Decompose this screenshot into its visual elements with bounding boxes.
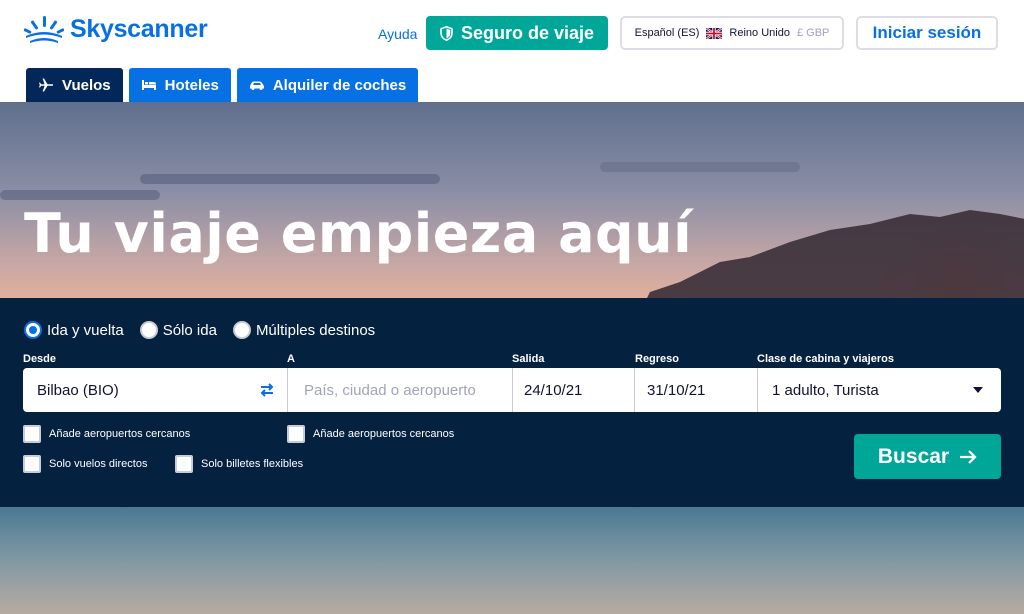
- sunburst-logo-icon: [24, 16, 64, 43]
- trip-type-return[interactable]: Ida y vuelta: [24, 321, 124, 339]
- tab-hotels-label: Hoteles: [164, 76, 219, 94]
- product-tabs: Vuelos Hoteles Alquiler de coches: [26, 68, 419, 102]
- return-label: Regreso: [635, 353, 680, 365]
- trip-type-return-label: Ida y vuelta: [47, 321, 124, 339]
- cabin-value: 1 adulto, Turista: [772, 381, 879, 399]
- sea-waves: [0, 506, 1024, 614]
- depart-label: Salida: [512, 353, 545, 365]
- uk-flag-icon: [706, 27, 723, 39]
- trip-type-selector: Ida y vuelta Sólo ida Múltiples destinos: [24, 321, 375, 339]
- direct-flights-checkbox[interactable]: [23, 455, 41, 473]
- flight-search-panel: Ida y vuelta Sólo ida Múltiples destinos…: [0, 298, 1024, 507]
- depart-date-input[interactable]: 24/10/21: [512, 368, 635, 412]
- tab-car-hire[interactable]: Alquiler de coches: [236, 68, 419, 102]
- flexible-tickets-option[interactable]: Solo billetes flexibles: [175, 455, 303, 473]
- arrow-right-icon: [960, 449, 977, 464]
- flexible-tickets-checkbox[interactable]: [175, 455, 193, 473]
- hero-title: Tu viaje empieza aquí: [24, 202, 693, 265]
- help-link[interactable]: Ayuda: [378, 26, 417, 42]
- language-label: Español (ES): [634, 27, 700, 39]
- trip-type-multi-city[interactable]: Múltiples destinos: [232, 321, 376, 339]
- cloud-streak: [0, 190, 160, 200]
- chevron-down-icon: [973, 387, 983, 393]
- trip-type-one-way-label: Sólo ida: [162, 321, 217, 339]
- cloud-streak: [600, 162, 800, 172]
- nearby-airports-to-checkbox[interactable]: [287, 425, 305, 443]
- trip-type-multi-city-label: Múltiples destinos: [255, 321, 376, 339]
- tab-hotels[interactable]: Hoteles: [128, 68, 231, 102]
- radio-return[interactable]: [24, 321, 42, 339]
- tab-car-hire-label: Alquiler de coches: [272, 76, 407, 94]
- radio-multi-city[interactable]: [232, 321, 251, 339]
- login-button[interactable]: Iniciar sesión: [856, 16, 998, 50]
- to-label: A: [287, 353, 295, 365]
- swap-icon[interactable]: [257, 380, 277, 400]
- nearby-airports-from-checkbox[interactable]: [23, 425, 41, 443]
- direct-flights-option[interactable]: Solo vuelos directos: [23, 455, 147, 473]
- search-button-label: Buscar: [877, 444, 950, 468]
- bed-icon: [141, 80, 156, 90]
- locale-selector[interactable]: Español (ES) Reino Unido £ GBP: [620, 16, 844, 50]
- travel-insurance-label: Seguro de viaje: [460, 22, 595, 43]
- return-value: 31/10/21: [647, 381, 706, 399]
- depart-value: 24/10/21: [524, 381, 583, 399]
- to-placeholder: País, ciudad o aeropuerto: [304, 381, 476, 399]
- car-icon: [249, 81, 264, 90]
- travel-insurance-button[interactable]: Seguro de viaje: [426, 16, 608, 50]
- to-input[interactable]: País, ciudad o aeropuerto: [287, 368, 512, 412]
- skyscanner-logo[interactable]: Skyscanner: [24, 14, 208, 44]
- from-value: Bilbao (BIO): [37, 381, 119, 399]
- currency-label: £ GBP: [796, 27, 830, 39]
- brand-name: Skyscanner: [70, 14, 208, 43]
- nearby-airports-from-option[interactable]: Añade aeropuertos cercanos: [23, 425, 190, 443]
- radio-one-way[interactable]: [139, 321, 158, 339]
- nearby-airports-to-option[interactable]: Añade aeropuertos cercanos: [287, 425, 454, 443]
- nearby-airports-from-label: Añade aeropuertos cercanos: [49, 428, 191, 440]
- cabin-label: Clase de cabina y viajeros: [757, 353, 894, 365]
- plane-icon: [39, 78, 53, 92]
- shield-icon: [440, 25, 453, 41]
- from-input[interactable]: Bilbao (BIO): [23, 368, 287, 412]
- tab-flights[interactable]: Vuelos: [26, 68, 123, 102]
- cloud-streak: [140, 174, 440, 184]
- country-label: Reino Unido: [729, 27, 790, 39]
- cabin-travellers-select[interactable]: 1 adulto, Turista: [757, 368, 1001, 412]
- nearby-airports-to-label: Añade aeropuertos cercanos: [313, 428, 455, 440]
- flexible-tickets-label: Solo billetes flexibles: [201, 458, 304, 470]
- direct-flights-label: Solo vuelos directos: [49, 458, 148, 470]
- trip-type-one-way[interactable]: Sólo ida: [139, 321, 217, 339]
- tab-flights-label: Vuelos: [62, 76, 111, 94]
- coastal-rock: [640, 210, 1024, 312]
- return-date-input[interactable]: 31/10/21: [634, 368, 757, 412]
- from-label: Desde: [23, 353, 57, 365]
- search-button[interactable]: Buscar: [854, 434, 1001, 479]
- site-header: Skyscanner Ayuda Seguro de viaje Español…: [0, 0, 1024, 102]
